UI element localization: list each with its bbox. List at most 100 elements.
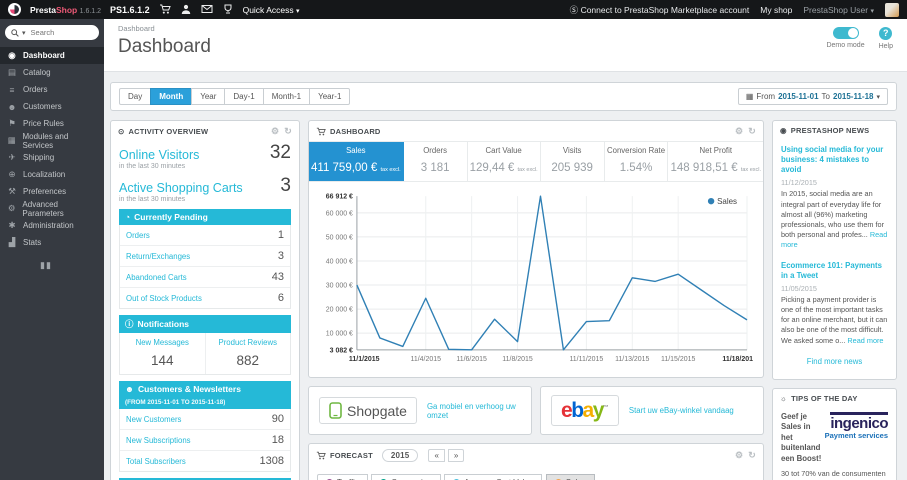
date-to: 2015-11-18 [833, 92, 874, 101]
sidebar: ▾ ◉Dashboard ▤Catalog ≡Orders ☻Customers… [0, 19, 104, 480]
active-carts-link[interactable]: Active Shopping Carts [119, 181, 243, 195]
sidebar-item-price-rules[interactable]: ⚑ Price Rules [0, 115, 104, 132]
brand[interactable]: PrestaShop 1.6.1.2 [30, 5, 101, 15]
page-header: Dashboard Dashboard Demo mode ? Help [104, 19, 907, 72]
chevron-down-icon: ▾ [22, 29, 26, 37]
news-headline[interactable]: Ecommerce 101: Payments in a Tweet [781, 261, 888, 281]
panel-refresh-icon[interactable]: ↻ [284, 126, 292, 137]
news-text: In 2015, social media are an integral pa… [781, 189, 888, 250]
news-headline[interactable]: Using social media for your business: 4 … [781, 145, 888, 175]
kpi-orders[interactable]: Orders 3 181 [404, 142, 468, 181]
panel-refresh-icon[interactable]: ↻ [748, 126, 756, 137]
prestashop-logo-icon[interactable] [8, 3, 21, 16]
store-name[interactable]: PS1.6.1.2 [110, 5, 150, 15]
collapse-menu-icon[interactable]: ▮▮ [40, 260, 104, 271]
filter-year-1-button[interactable]: Year-1 [309, 88, 351, 105]
new-messages-cell: New Messages 144 [120, 333, 206, 374]
shipping-icon: ✈ [8, 152, 16, 162]
panel-settings-icon[interactable]: ⚙ [735, 450, 743, 461]
person-icon: ☻ [125, 384, 134, 394]
forecast-toggle-sales[interactable]: Sales [545, 474, 595, 480]
sidebar-item-shipping[interactable]: ✈ Shipping [0, 149, 104, 166]
sidebar-item-catalog[interactable]: ▤ Catalog [0, 64, 104, 81]
sidebar-item-customers[interactable]: ☻ Customers [0, 98, 104, 115]
sidebar-item-orders[interactable]: ≡ Orders [0, 81, 104, 98]
kpi-cart-value[interactable]: Cart Value 129,44 € tax excl. [468, 142, 541, 181]
filter-day-button[interactable]: Day [119, 88, 152, 105]
sidebar-item-dashboard[interactable]: ◉ Dashboard [0, 47, 104, 64]
ebay-logo[interactable]: ebay™ [551, 395, 619, 426]
read-more-link[interactable]: Read more [847, 336, 883, 345]
forecast-toggle-conversion[interactable]: Conversion [371, 474, 441, 480]
user-menu[interactable]: PrestaShop User ▾ [803, 5, 874, 15]
filter-day-1-button[interactable]: Day-1 [224, 88, 264, 105]
panel-settings-icon[interactable]: ⚙ [271, 126, 279, 137]
forecast-year[interactable]: 2015 [381, 449, 419, 462]
ingenico-logo: ingenico Payment services [816, 411, 888, 440]
find-more-news-link[interactable]: Find more news [781, 350, 888, 375]
kpi-visits[interactable]: Visits 205 939 [541, 142, 605, 181]
messages-icon[interactable] [201, 4, 213, 15]
activity-overview-panel: ⊙ ACTIVITY OVERVIEW ⚙ ↻ Online Visitors 32… [110, 120, 300, 480]
sidebar-item-localization[interactable]: ⊕ Localization [0, 166, 104, 183]
panel-refresh-icon[interactable]: ↻ [748, 450, 756, 461]
marketplace-link[interactable]: Ⓢ Connect to PrestaShop Marketplace acco… [570, 4, 750, 16]
bell-icon: ⓘ [125, 319, 134, 329]
search-input[interactable] [28, 27, 87, 38]
news-text: Picking a payment provider is one of the… [781, 294, 888, 345]
forecast-next-button[interactable]: » [447, 449, 465, 462]
svg-text:11/18/201: 11/18/201 [722, 356, 753, 363]
search-icon [11, 28, 19, 37]
sidebar-item-advanced-parameters[interactable]: ⚙ Advanced Parameters [0, 200, 104, 218]
forecast-toggle-average-cart-value[interactable]: Average Cart Value [444, 474, 543, 480]
my-shop-link[interactable]: My shop [760, 5, 792, 15]
help-label: Help [878, 43, 893, 50]
filter-month-1-button[interactable]: Month-1 [262, 88, 311, 105]
main-area: Dashboard Dashboard Demo mode ? Help Day… [104, 19, 907, 480]
demo-mode-label: Demo mode [826, 42, 865, 49]
breadcrumb[interactable]: Dashboard [118, 24, 893, 33]
kpi-sales[interactable]: Sales 411 759,00 € tax excl. [309, 142, 404, 181]
demo-mode-control: Demo mode [826, 27, 865, 50]
clock-icon: ◔ [125, 212, 131, 222]
tip-body: 30 tot 70% van de consumenten in Europa … [781, 469, 886, 479]
kpi-net-profit[interactable]: Net Profit 148 918,51 € tax excl. [668, 142, 763, 181]
tips-panel-title: TIPS OF THE DAY [791, 393, 858, 403]
sidebar-item-administration[interactable]: ✱ Administration [0, 217, 104, 234]
trophy-icon[interactable] [222, 4, 234, 15]
forecast-prev-button[interactable]: « [428, 449, 445, 462]
pending-row-returns: Return/Exchanges 3 [120, 246, 290, 267]
forecast-toggle-traffic[interactable]: Traffic [317, 474, 368, 480]
cart-icon[interactable] [159, 4, 171, 15]
catalog-icon: ▤ [7, 67, 17, 77]
ebay-link[interactable]: Start uw eBay-winkel vandaag [629, 406, 734, 415]
sidebar-item-modules[interactable]: ▦ Modules and Services [0, 132, 104, 150]
filter-month-button[interactable]: Month [150, 88, 193, 105]
advanced-parameters-icon: ⚙ [7, 203, 16, 213]
orders-icon: ≡ [9, 84, 15, 95]
topbar: PrestaShop 1.6.1.2 PS1.6.1.2 Quick Acces… [0, 0, 907, 19]
date-filter-bar: Day Month Year Day-1 Month-1 Year-1 ▦ Fr… [110, 82, 897, 111]
sidebar-item-stats[interactable]: ▟ Stats [0, 234, 104, 251]
kpi-conversion-rate[interactable]: Conversion Rate 1.54% [605, 142, 669, 181]
filter-year-button[interactable]: Year [191, 88, 226, 105]
svg-text:Sales: Sales [717, 197, 737, 206]
shopgate-logo[interactable]: Shopgate [319, 397, 417, 424]
user-avatar[interactable] [885, 2, 899, 17]
help-button[interactable]: ? [879, 27, 893, 40]
panel-settings-icon[interactable]: ⚙ [735, 126, 743, 137]
svg-text:40 000 €: 40 000 € [326, 258, 353, 265]
date-range-picker[interactable]: ▦ From 2015-11-01 To 2015-11-18 ▾ [737, 88, 888, 105]
sidebar-search[interactable]: ▾ [5, 25, 99, 40]
product-reviews-cell: Product Reviews 882 [218, 338, 278, 368]
kpi-strip: Sales 411 759,00 € tax excl. Orders 3 181 … [309, 141, 763, 182]
demo-mode-toggle[interactable] [832, 27, 859, 39]
shopgate-link[interactable]: Ga mobiel en verhoog uw omzet [427, 402, 521, 420]
sidebar-item-preferences[interactable]: ⚒ Preferences [0, 183, 104, 200]
marketplace-icon: Ⓢ [569, 4, 579, 15]
online-visitors-link[interactable]: Online Visitors [119, 148, 199, 162]
help-control: ? Help [879, 27, 893, 50]
user-icon[interactable] [180, 4, 192, 15]
quick-access-menu[interactable]: Quick Access ▾ [243, 5, 300, 15]
customers-icon: ☻ [7, 101, 17, 112]
